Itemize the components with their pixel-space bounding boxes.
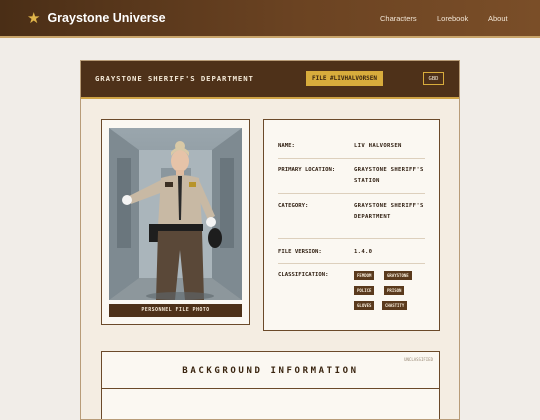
divider [278, 158, 425, 159]
photo-caption: PERSONNEL FILE PHOTO [109, 304, 242, 317]
field-value: GRAYSTONE SHERIFF'S STATION [354, 167, 424, 184]
section-title: BACKGROUND INFORMATION [182, 366, 359, 376]
classification-tag[interactable]: GLOVES [354, 301, 375, 310]
divider [278, 193, 425, 194]
nav-link-characters[interactable]: Characters [380, 14, 417, 23]
classification-tag[interactable]: PRISON [384, 286, 405, 295]
field-label: NAME: [278, 143, 295, 149]
field-label: CATEGORY: [278, 203, 309, 209]
classification-tag[interactable]: GRAYSTONE [384, 271, 412, 280]
department-title: GRAYSTONE SHERIFF'S DEPARTMENT [95, 74, 254, 83]
divider [278, 238, 425, 239]
field-label: FILE VERSION: [278, 249, 322, 255]
unclassified-stamp: UNCLASSIFIED [404, 357, 433, 362]
background-information-section: UNCLASSIFIED BACKGROUND INFORMATION [101, 351, 440, 419]
nav-link-lorebook[interactable]: Lorebook [437, 14, 468, 23]
personnel-file-card: GRAYSTONE SHERIFF'S DEPARTMENT FILE #LIV… [80, 60, 460, 420]
field-value: GRAYSTONE SHERIFF'S DEPARTMENT [354, 203, 424, 220]
divider [278, 263, 425, 264]
field-label: PRIMARY LOCATION: [278, 167, 336, 173]
personnel-photo[interactable] [109, 128, 242, 300]
personnel-info-panel: NAME: LIV HALVORSEN PRIMARY LOCATION: GR… [263, 119, 440, 331]
file-number-badge: FILE #LIVHALVORSEN [306, 71, 384, 86]
field-value: 1.4.0 [354, 249, 373, 255]
field-label: CLASSIFICATION: [278, 272, 329, 278]
top-navigation-bar: ★ Graystone Universe Characters Lorebook… [0, 0, 540, 38]
classification-tag[interactable]: CHASTITY [382, 301, 408, 310]
classification-tag[interactable]: POLICE [354, 286, 375, 295]
gbd-button[interactable]: GBD [423, 72, 444, 85]
section-divider [102, 388, 439, 389]
field-value: LIV HALVORSEN [354, 143, 402, 149]
classification-tag[interactable]: FEMDOM [354, 271, 375, 280]
nav-link-about[interactable]: About [488, 14, 508, 23]
card-header: GRAYSTONE SHERIFF'S DEPARTMENT FILE #LIV… [81, 61, 459, 99]
star-icon: ★ [27, 10, 41, 27]
brand-title: Graystone Universe [47, 11, 166, 25]
officer-illustration [109, 128, 242, 300]
personnel-photo-frame: PERSONNEL FILE PHOTO [101, 119, 250, 325]
brand-link[interactable]: ★ Graystone Universe [27, 10, 166, 27]
